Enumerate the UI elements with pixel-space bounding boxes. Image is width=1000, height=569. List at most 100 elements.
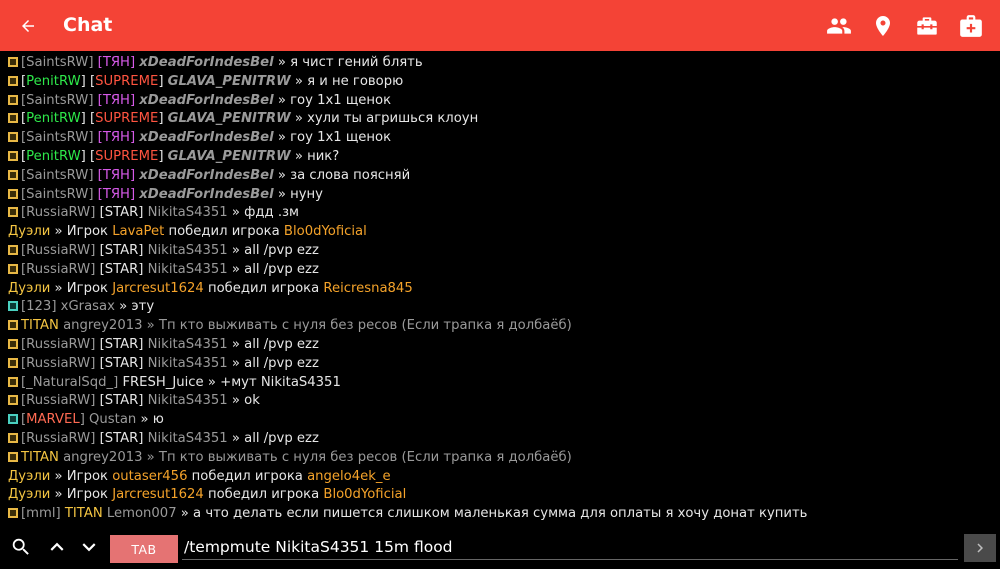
message-segment: Lemon007 <box>106 506 177 522</box>
message-segment: Jarcresut1624 <box>112 487 204 503</box>
chat-message: [SaintsRW] [ТЯН] xDeadForIndesBel » гоу … <box>0 129 1000 148</box>
back-button[interactable] <box>14 12 42 40</box>
message-badge-icon <box>8 75 18 86</box>
message-segment: NikitaS4351 <box>147 393 228 409</box>
message-segment: GLAVA_PENITRW <box>167 73 291 89</box>
message-segment: Reicresna845 <box>323 280 413 296</box>
message-segment: Blo0dYoficial <box>283 224 367 240</box>
message-segment: angelo4ek_e <box>307 468 391 484</box>
message-badge-icon <box>8 94 18 105</box>
message-segment: xDeadForIndesBel <box>139 186 274 202</box>
message-segment: NikitaS4351 <box>147 261 228 277</box>
message-segment: » эту <box>114 299 155 315</box>
send-arrow-icon <box>977 543 983 553</box>
message-segment: angrey2013 <box>63 449 143 465</box>
chat-message: [mml] TITAN Lemon007 » а что делать если… <box>0 505 1000 524</box>
message-segment: [RussiaRW] <box>21 393 100 409</box>
message-segment: » гоу 1х1 щенок <box>273 92 392 108</box>
message-badge-icon <box>8 150 18 161</box>
chat-log[interactable]: [SaintsRW] [ТЯН] xDeadForIndesBel » я чи… <box>0 37 1000 526</box>
message-segment: xDeadForIndesBel <box>139 130 274 146</box>
chat-input-field <box>182 534 958 560</box>
message-badge-icon <box>8 132 18 143</box>
tab-button[interactable]: TAB <box>110 535 178 563</box>
chevron-down-icon <box>82 543 96 552</box>
message-segment: Дуэли <box>8 224 51 240</box>
message-segment: xDeadForIndesBel <box>139 92 274 108</box>
chevron-up-icon <box>50 542 64 551</box>
message-segment: SUPREME <box>95 111 159 127</box>
chat-input[interactable] <box>182 534 958 559</box>
chat-message: [RussiaRW] [STAR] NikitaS4351 » all /pvp… <box>0 430 1000 449</box>
message-segment: » all /pvp ezz <box>227 242 319 258</box>
message-segment: NikitaS4351 <box>147 205 228 221</box>
message-segment: [ТЯН] <box>97 55 140 70</box>
message-badge-icon <box>8 301 18 312</box>
message-segment: ] <box>80 111 90 127</box>
app-bar-actions <box>826 12 984 40</box>
message-badge-icon <box>8 188 18 199</box>
message-segment: PenitRW <box>26 111 81 127</box>
message-segment: » гоу 1х1 щенок <box>273 130 392 146</box>
message-segment: » Игрок <box>50 224 113 240</box>
message-segment: Qustan <box>89 412 137 428</box>
message-segment: [STAR] <box>99 393 148 409</box>
message-segment: [SaintsRW] <box>21 167 98 183</box>
message-segment: [_NaturalSqd_] <box>21 374 123 390</box>
message-segment: LavaPet <box>112 224 165 240</box>
message-segment: [STAR] <box>99 205 148 221</box>
history-down-button[interactable] <box>76 534 102 560</box>
message-segment: победил игрока <box>164 224 284 240</box>
message-segment: [ТЯН] <box>97 186 140 202</box>
chat-message: [RussiaRW] [STAR] NikitaS4351 » all /pvp… <box>0 242 1000 261</box>
message-badge-icon <box>8 169 18 180</box>
chat-message: [RussiaRW] [STAR] NikitaS4351 » ok <box>0 392 1000 411</box>
message-segment: » Игрок <box>50 487 113 503</box>
message-segment: [mml] <box>21 506 65 522</box>
message-segment: FRESH_Juice <box>122 374 204 390</box>
message-segment: победил игрока <box>187 468 308 484</box>
message-segment: TITAN <box>64 506 107 522</box>
message-segment: NikitaS4351 <box>147 355 228 371</box>
message-segment: TITAN <box>21 318 64 334</box>
message-segment: Jarcresut1624 <box>112 280 204 296</box>
message-badge-icon <box>8 414 18 425</box>
chat-message: [_NaturalSqd_] FRESH_Juice » +мут Nikita… <box>0 374 1000 393</box>
history-up-button[interactable] <box>44 534 70 560</box>
message-segment: победил игрока <box>203 487 324 503</box>
duel-message: Дуэли » Игрок outaser456 победил игрока … <box>0 468 1000 487</box>
players-button[interactable] <box>826 13 852 39</box>
message-segment: » Игрок <box>50 280 113 296</box>
message-segment: » я и не говорю <box>290 73 404 89</box>
message-segment: » Тп кто выживать с нуля без ресов (Если… <box>142 449 572 465</box>
message-segment: [ТЯН] <box>97 167 140 183</box>
send-button[interactable] <box>964 534 996 562</box>
message-segment: » all /pvp ezz <box>227 355 319 371</box>
chat-message: [RussiaRW] [STAR] NikitaS4351 » all /pvp… <box>0 336 1000 355</box>
message-segment: » а что делать если пишется слишком мале… <box>176 506 808 522</box>
chat-message: [SaintsRW] [ТЯН] xDeadForIndesBel » гоу … <box>0 92 1000 111</box>
message-segment: » ю <box>136 412 164 428</box>
toolbox-icon <box>917 17 937 35</box>
message-segment: xGrasax <box>60 299 115 315</box>
message-segment: [123] <box>21 299 61 315</box>
toolbox-button[interactable] <box>914 13 940 39</box>
first-aid-button[interactable] <box>958 13 984 39</box>
search-button[interactable] <box>8 534 34 560</box>
message-badge-icon <box>8 357 18 368</box>
message-badge-icon <box>8 395 18 406</box>
message-segment: [ТЯН] <box>97 92 140 108</box>
chat-message: [SaintsRW] [ТЯН] xDeadForIndesBel » за с… <box>0 167 1000 186</box>
message-badge-icon <box>8 451 18 462</box>
location-button[interactable] <box>870 13 896 39</box>
first-aid-kit-icon <box>960 15 982 37</box>
message-segment: [RussiaRW] <box>21 242 100 258</box>
message-segment: angrey2013 <box>63 318 143 334</box>
message-segment: » all /pvp ezz <box>227 261 319 277</box>
message-segment: PenitRW <box>26 73 81 89</box>
message-segment: Blo0dYoficial <box>323 487 407 503</box>
message-badge-icon <box>8 263 18 274</box>
message-badge-icon <box>8 508 18 519</box>
search-icon <box>12 538 29 555</box>
page-title: Chat <box>63 14 113 36</box>
